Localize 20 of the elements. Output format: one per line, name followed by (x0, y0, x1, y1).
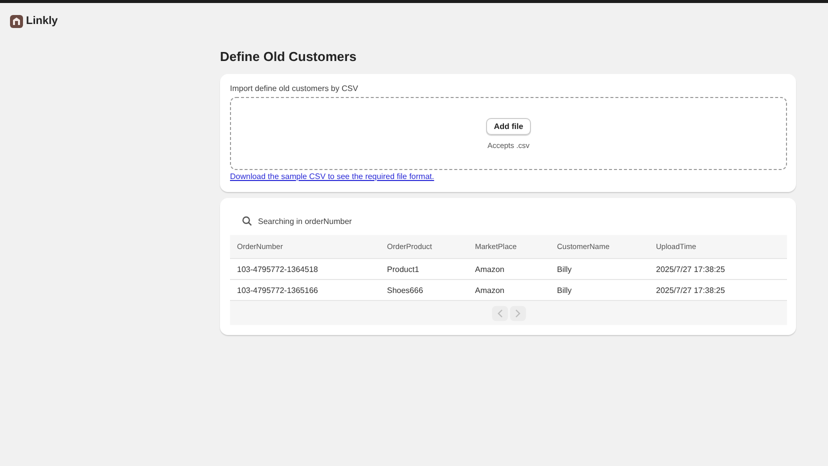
chevron-left-icon (496, 308, 502, 318)
table-cell-text: Product1 (387, 264, 420, 274)
logo-icon (10, 14, 23, 28)
table-cell-text: 103-4795772-1364518 (237, 264, 319, 274)
add-file-button[interactable]: Add file (486, 118, 532, 134)
search-icon (242, 216, 252, 226)
table-cell-text: Amazon (475, 286, 506, 294)
search-field[interactable]: Searching in orderNumber (258, 216, 558, 226)
table-cell-text: Shoes666 (387, 286, 424, 294)
table-cell-text: 2025/7/27 17:38:25 (656, 264, 726, 274)
chevron-right-icon (514, 308, 520, 318)
table-cell-text: 2025/7/27 17:38:25 (656, 286, 726, 294)
table-cell-text: Billy (557, 264, 573, 274)
app-name: Linkly (26, 15, 58, 27)
table-cell-text: Amazon (475, 264, 506, 274)
table-cell-text: 103-4795772-1365166 (237, 286, 319, 294)
table-cell-text: Billy (557, 286, 573, 294)
page-title: Define Old Customers (220, 49, 358, 65)
sample-csv-link[interactable]: Download the sample CSV to see the required file format. (230, 172, 787, 181)
import-label: Import define old customers by CSV (230, 84, 360, 93)
